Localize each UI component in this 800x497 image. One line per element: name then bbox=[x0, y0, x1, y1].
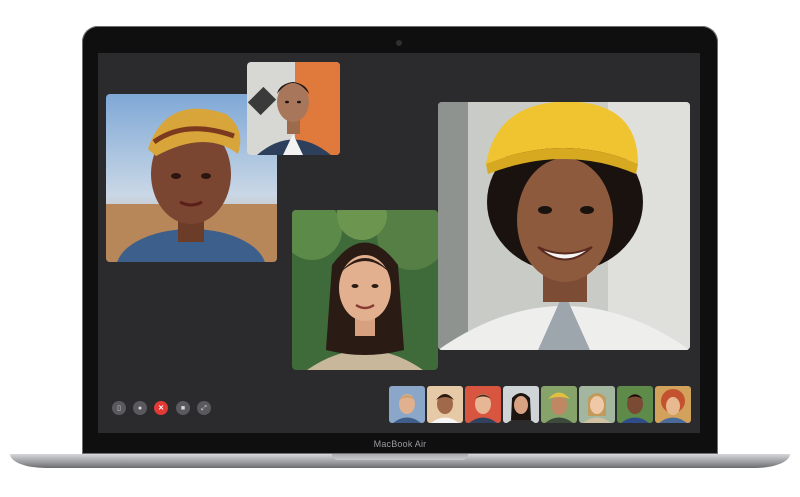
microphone-glyph: ● bbox=[137, 404, 143, 412]
participant-thumb[interactable] bbox=[655, 386, 691, 423]
participant-thumb[interactable] bbox=[465, 386, 501, 423]
webcam-icon bbox=[396, 40, 402, 46]
participant-thumb[interactable] bbox=[427, 386, 463, 423]
laptop-notch bbox=[332, 454, 468, 460]
video-camera-glyph: ■ bbox=[180, 404, 186, 412]
fullscreen-icon[interactable]: ⤢ bbox=[197, 401, 211, 415]
sidebar-glyph: ▯ bbox=[117, 404, 121, 412]
video-tile-participant-4[interactable] bbox=[438, 102, 690, 350]
fullscreen-glyph: ⤢ bbox=[201, 404, 207, 412]
device-label: MacBook Air bbox=[373, 439, 427, 449]
end-call-icon[interactable]: ✕ bbox=[154, 401, 168, 415]
participant-thumb[interactable] bbox=[389, 386, 425, 423]
sidebar-icon[interactable]: ▯ bbox=[112, 401, 126, 415]
participant-thumb[interactable] bbox=[579, 386, 615, 423]
participant-thumb[interactable] bbox=[541, 386, 577, 423]
participant-thumb[interactable] bbox=[617, 386, 653, 423]
microphone-icon[interactable]: ● bbox=[133, 401, 147, 415]
video-camera-icon[interactable]: ■ bbox=[176, 401, 190, 415]
video-tile-participant-2[interactable] bbox=[247, 62, 340, 155]
participant-strip bbox=[389, 386, 691, 423]
participant-thumb[interactable] bbox=[503, 386, 539, 423]
video-tile-participant-3[interactable] bbox=[292, 210, 438, 370]
end-call-glyph: ✕ bbox=[158, 404, 164, 412]
